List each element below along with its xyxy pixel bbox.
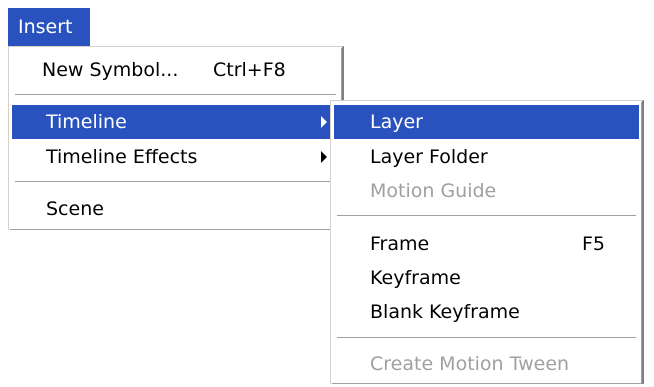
submenu-item-motion-guide: Motion Guide [334, 174, 639, 208]
submenu-item-blank-keyframe-label: Blank Keyframe [370, 301, 520, 323]
menu-item-new-symbol[interactable]: New Symbol... Ctrl+F8 [12, 53, 339, 87]
menu-item-timeline-label: Timeline [46, 111, 127, 133]
submenu-item-frame-label: Frame [370, 233, 430, 255]
submenu-item-layer-folder[interactable]: Layer Folder [334, 140, 639, 174]
submenu-item-frame-shortcut: F5 [582, 233, 606, 255]
menu-item-new-symbol-label: New Symbol... [42, 59, 179, 81]
submenu-item-create-motion-tween: Create Motion Tween [334, 347, 639, 381]
submenu-item-motion-guide-label: Motion Guide [370, 180, 497, 202]
menu-item-scene-label: Scene [46, 198, 104, 220]
submenu-item-keyframe[interactable]: Keyframe [334, 261, 639, 295]
submenu-arrow-icon [321, 151, 327, 163]
menu-item-timeline-effects[interactable]: Timeline Effects [12, 140, 339, 174]
submenu-item-layer-folder-label: Layer Folder [370, 146, 488, 168]
menu-separator [337, 215, 636, 217]
menu-item-new-symbol-shortcut: Ctrl+F8 [213, 59, 286, 81]
submenu-item-keyframe-label: Keyframe [370, 267, 461, 289]
menu-item-scene[interactable]: Scene [12, 192, 339, 226]
menu-item-timeline[interactable]: Timeline [12, 105, 339, 139]
submenu-arrow-icon [321, 116, 327, 128]
menu-item-timeline-effects-label: Timeline Effects [46, 146, 198, 168]
submenu-item-layer[interactable]: Layer [334, 105, 639, 139]
insert-menu: New Symbol... Ctrl+F8 Timeline Timeline … [8, 46, 344, 230]
submenu-item-blank-keyframe[interactable]: Blank Keyframe [334, 295, 639, 329]
menu-insert-label: Insert [18, 16, 73, 38]
submenu-item-frame[interactable]: Frame F5 [334, 227, 639, 261]
submenu-item-create-motion-tween-label: Create Motion Tween [370, 353, 570, 375]
menu-separator [15, 181, 336, 183]
menu-separator [15, 94, 336, 96]
timeline-submenu: Layer Layer Folder Motion Guide Frame F5… [330, 100, 644, 384]
menu-separator [337, 337, 636, 339]
submenu-item-layer-label: Layer [370, 111, 423, 133]
menu-insert[interactable]: Insert [8, 8, 90, 46]
